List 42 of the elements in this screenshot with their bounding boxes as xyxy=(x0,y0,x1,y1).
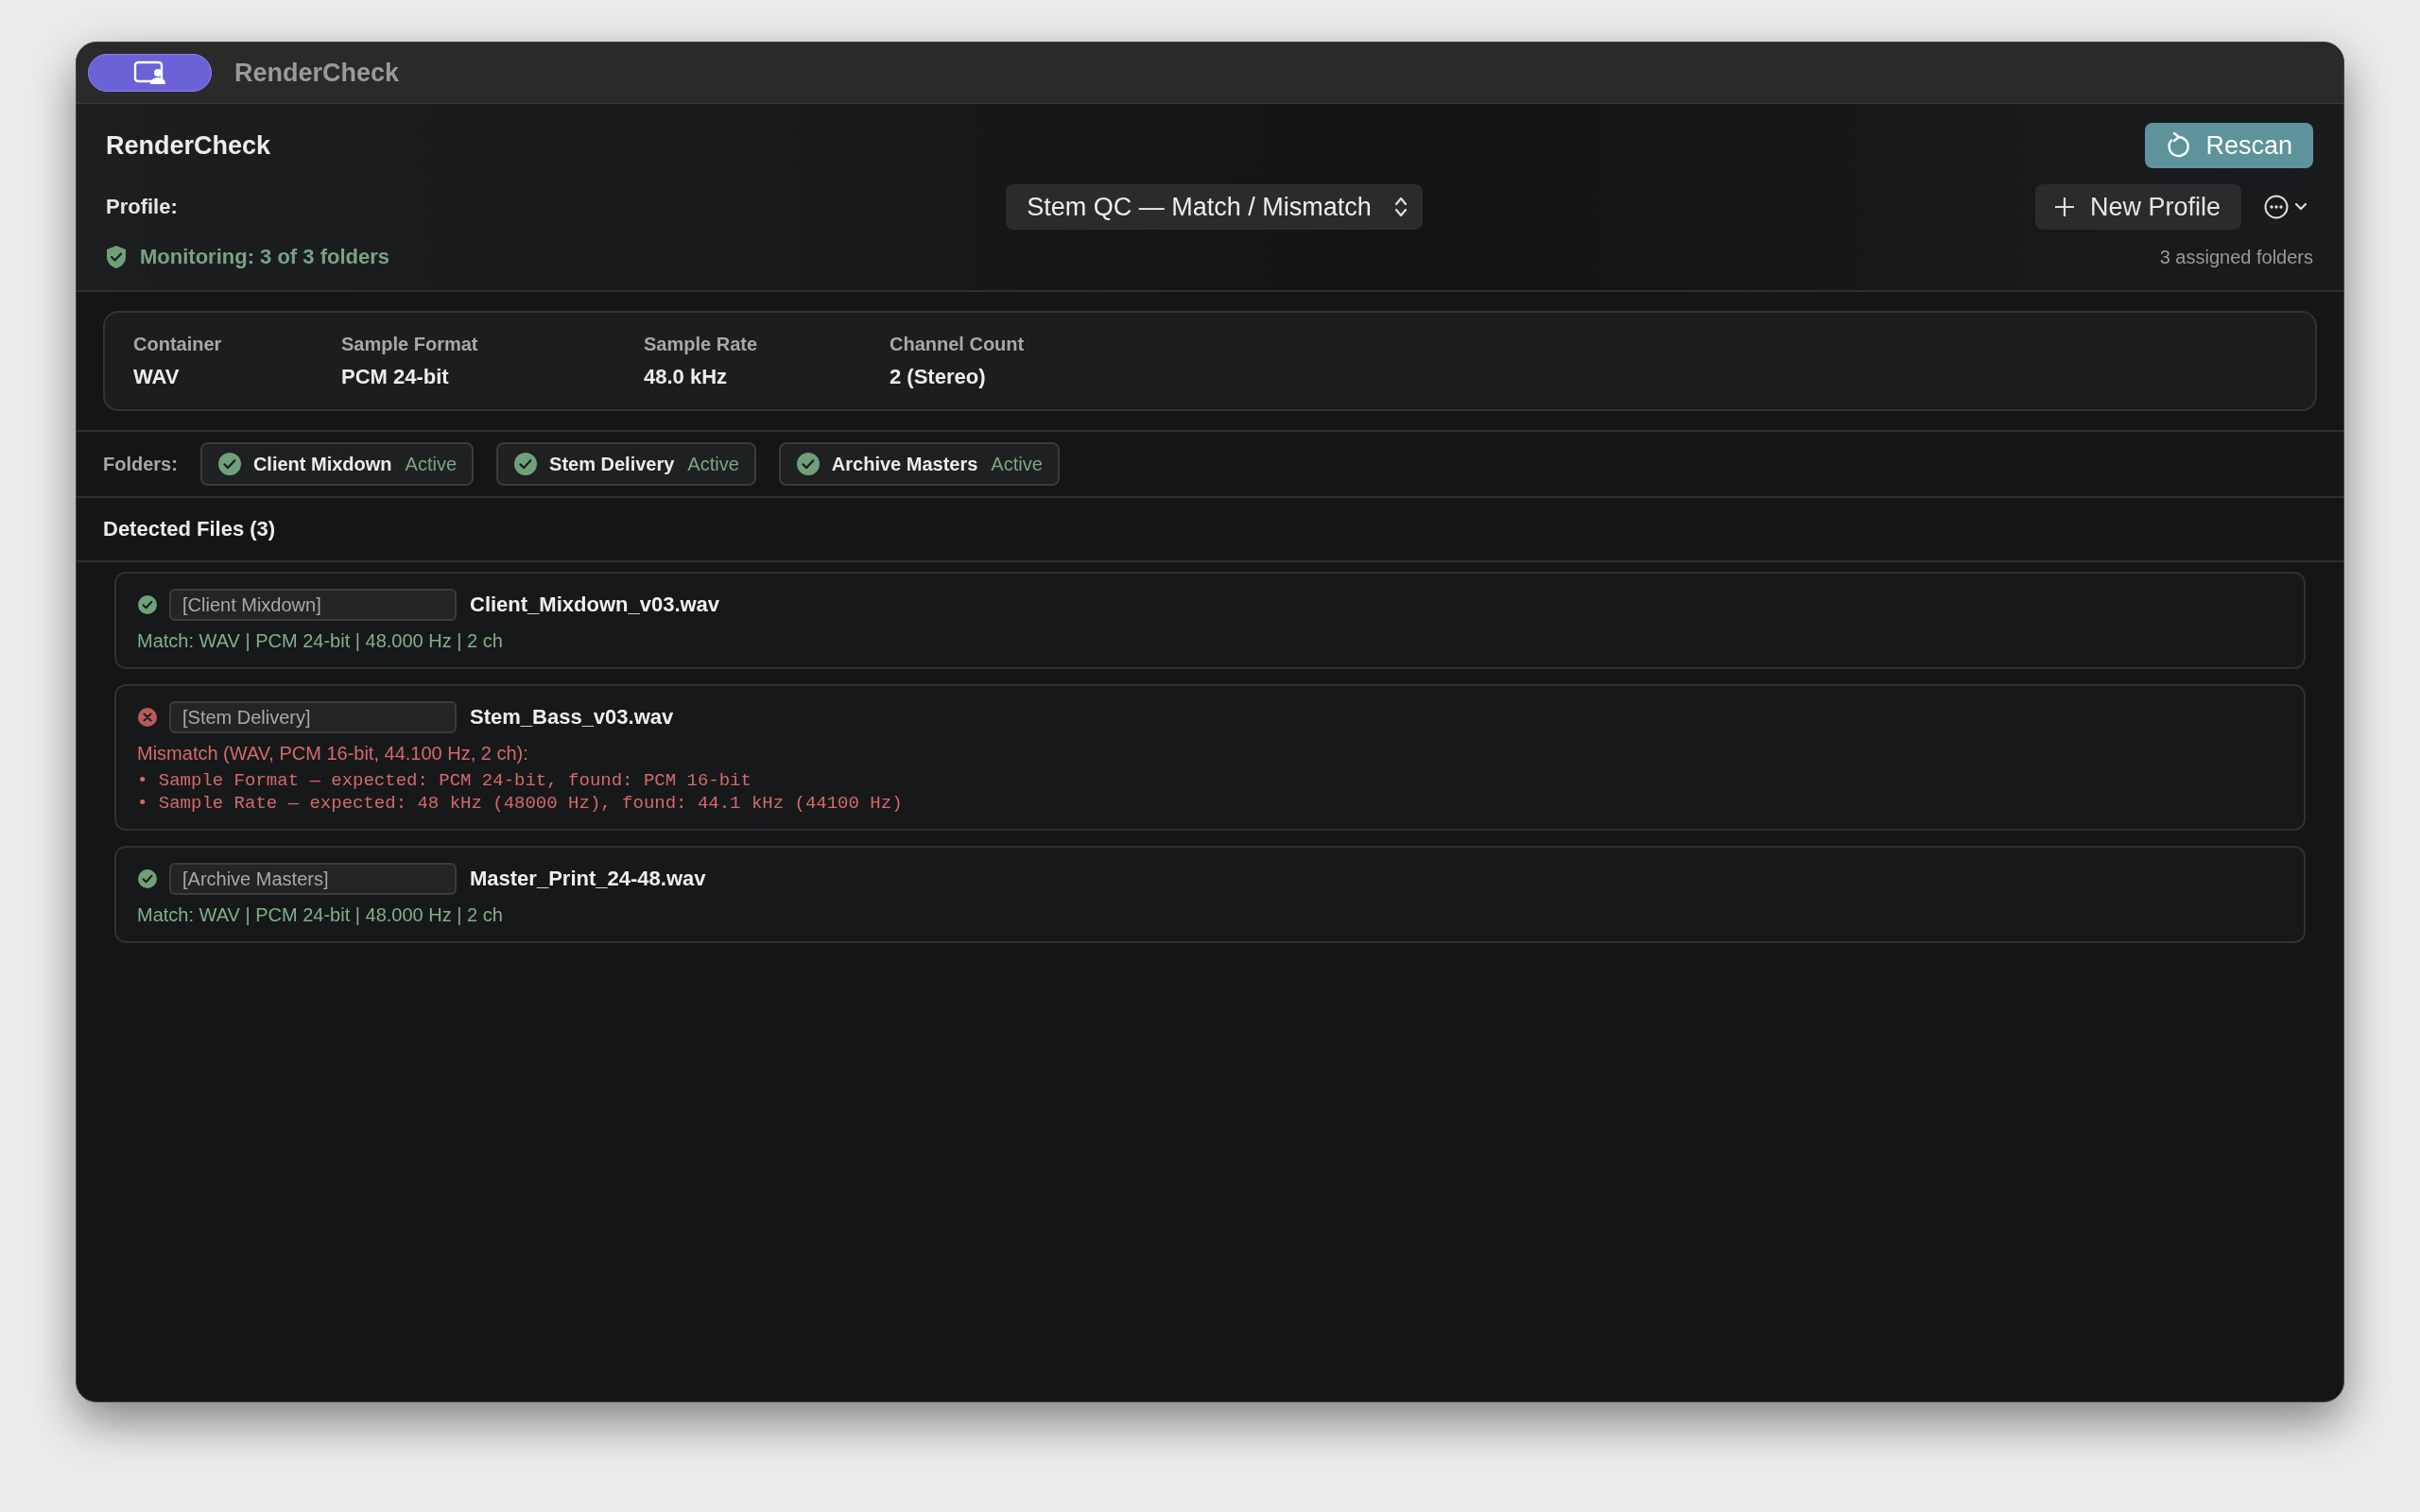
check-summary: Match: WAV | PCM 24-bit | 48.000 Hz | 2 ch xyxy=(137,904,504,926)
folder-tag: [Archive Masters] xyxy=(169,863,457,895)
folder-chip[interactable]: Archive Masters Active xyxy=(778,442,1060,486)
file-name: Client_Mixdown_v03.wav xyxy=(470,593,720,617)
window-title: RenderCheck xyxy=(234,58,400,88)
field-label: Channel Count xyxy=(890,334,1026,355)
profile-label: Profile: xyxy=(106,195,179,219)
new-profile-button[interactable]: New Profile xyxy=(2034,184,2241,230)
check-circle-icon xyxy=(216,452,242,476)
check-summary: Mismatch (WAV, PCM 16-bit, 44.100 Hz, 2 ch): xyxy=(137,743,529,765)
ellipsis-circle-icon xyxy=(2264,195,2289,219)
refresh-icon xyxy=(2166,132,2191,159)
profile-dropdown[interactable]: Stem QC — Match / Mismatch xyxy=(1006,184,1423,230)
app-heading: RenderCheck xyxy=(106,130,271,161)
section-heading: Detected Files (3) xyxy=(77,498,2343,562)
folder-tag: [Stem Delivery] xyxy=(169,701,457,733)
mismatch-detail: • Sample Rate — expected: 48 kHz (48000 Hz), found: 44.1 kHz (44100 Hz) xyxy=(137,793,904,814)
check-circle-icon xyxy=(513,452,539,476)
folder-chip[interactable]: Stem Delivery Active xyxy=(496,442,756,486)
field-value: WAV xyxy=(133,365,181,389)
field-value: 2 (Stereo) xyxy=(890,365,987,389)
check-circle-icon xyxy=(795,452,821,476)
shield-check-icon xyxy=(106,245,127,269)
field-value: 48.0 kHz xyxy=(644,365,729,389)
sidebar-toggle-button[interactable] xyxy=(88,54,212,92)
folders-label: Folders: xyxy=(103,453,178,475)
mismatch-detail: • Sample Format — expected: PCM 24-bit, found: PCM 16-bit xyxy=(137,770,752,791)
file-name: Master_Print_24-48.wav xyxy=(470,867,706,891)
field-label: Container xyxy=(133,334,223,355)
assigned-folders-count: 3 assigned folders xyxy=(2159,246,2313,268)
field-label: Sample Format xyxy=(341,334,479,355)
check-summary: Match: WAV | PCM 24-bit | 48.000 Hz | 2 ch xyxy=(137,630,504,652)
folder-tag: [Client Mixdown] xyxy=(169,589,457,621)
field-label: Sample Rate xyxy=(644,334,759,355)
screen-person-icon xyxy=(132,60,167,85)
up-down-chevron-icon xyxy=(1393,196,1408,218)
plus-icon xyxy=(2053,197,2075,217)
chevron-down-icon xyxy=(2294,202,2308,212)
file-name: Stem_Bass_v03.wav xyxy=(470,705,674,730)
field-value: PCM 24-bit xyxy=(341,365,450,389)
folder-chip[interactable]: Client Mixdown Active xyxy=(199,442,475,486)
monitoring-status: Monitoring: 3 of 3 folders xyxy=(140,245,389,269)
